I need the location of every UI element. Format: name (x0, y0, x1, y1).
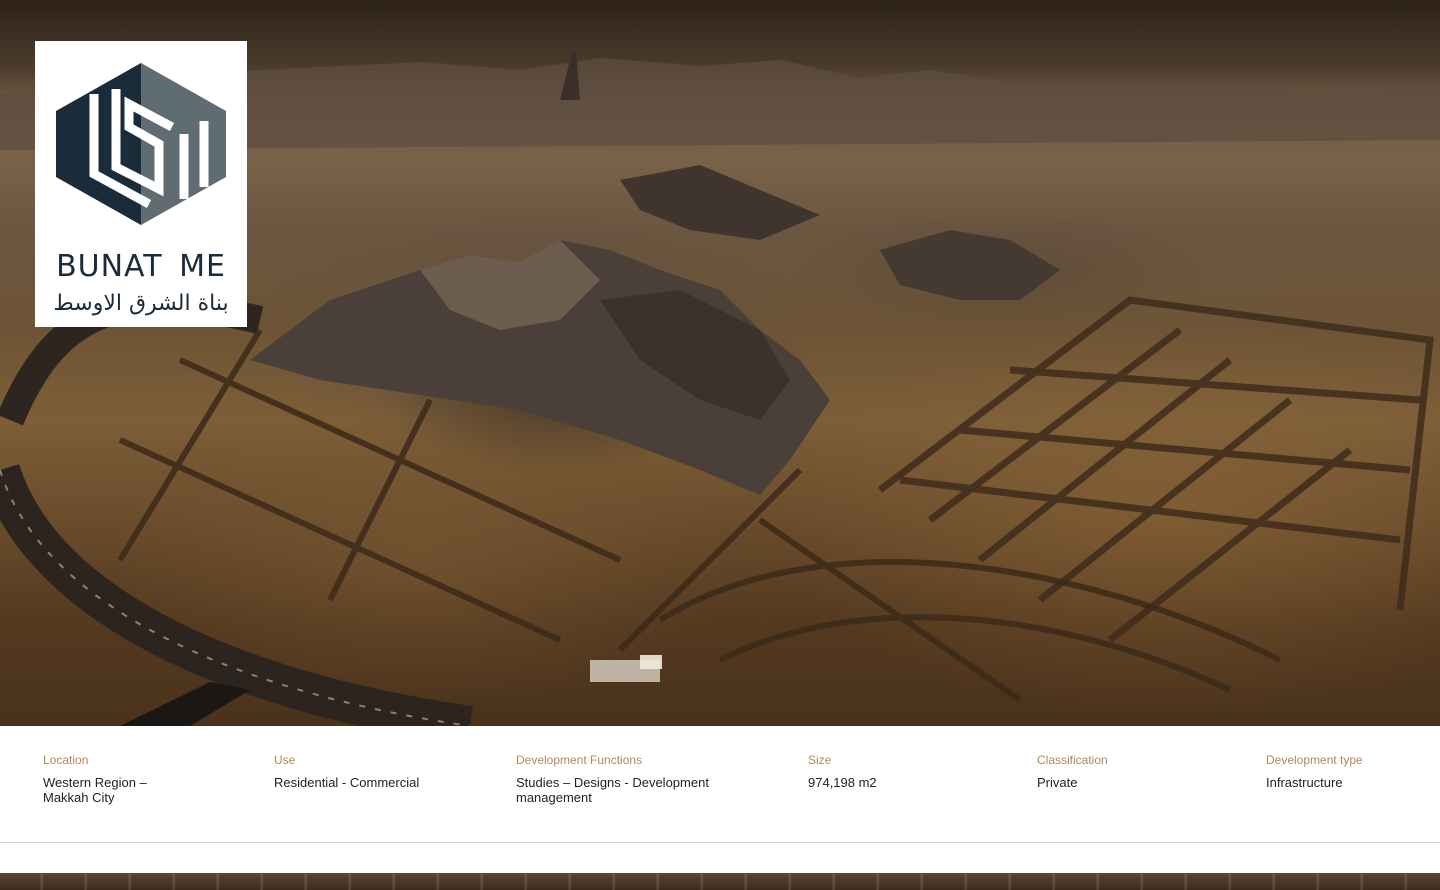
detail-classification: Classification Private (1037, 753, 1108, 790)
section-divider (0, 842, 1440, 843)
detail-label: Use (274, 753, 296, 767)
project-details-strip: Location Western Region – Makkah City Us… (0, 726, 1440, 842)
next-page-photo-edge (0, 873, 1440, 890)
company-logo: BUNAT ME بناة الشرق الاوسط (35, 41, 247, 327)
bunat-hexagon-logo-icon (56, 63, 226, 225)
detail-location: Location Western Region – Makkah City (43, 753, 147, 805)
detail-value: Western Region – Makkah City (43, 775, 147, 805)
detail-label: Location (43, 753, 89, 767)
detail-development-type: Development type Infrastructure (1266, 753, 1363, 790)
detail-development-functions: Development Functions Studies – Designs … (516, 753, 709, 805)
detail-label: Size (808, 753, 832, 767)
detail-value: Studies – Designs - Development manageme… (516, 775, 709, 805)
detail-label: Development Functions (516, 753, 643, 767)
logo-name-english: BUNAT ME (56, 249, 226, 284)
detail-value: Infrastructure (1266, 775, 1343, 790)
detail-label: Classification (1037, 753, 1108, 767)
logo-name-arabic: بناة الشرق الاوسط (53, 291, 229, 316)
detail-value: 974,198 m2 (808, 775, 877, 790)
detail-label: Development type (1266, 753, 1363, 767)
detail-size: Size 974,198 m2 (808, 753, 877, 790)
detail-value: Private (1037, 775, 1078, 790)
detail-use: Use Residential - Commercial (274, 753, 419, 790)
detail-value: Residential - Commercial (274, 775, 420, 790)
